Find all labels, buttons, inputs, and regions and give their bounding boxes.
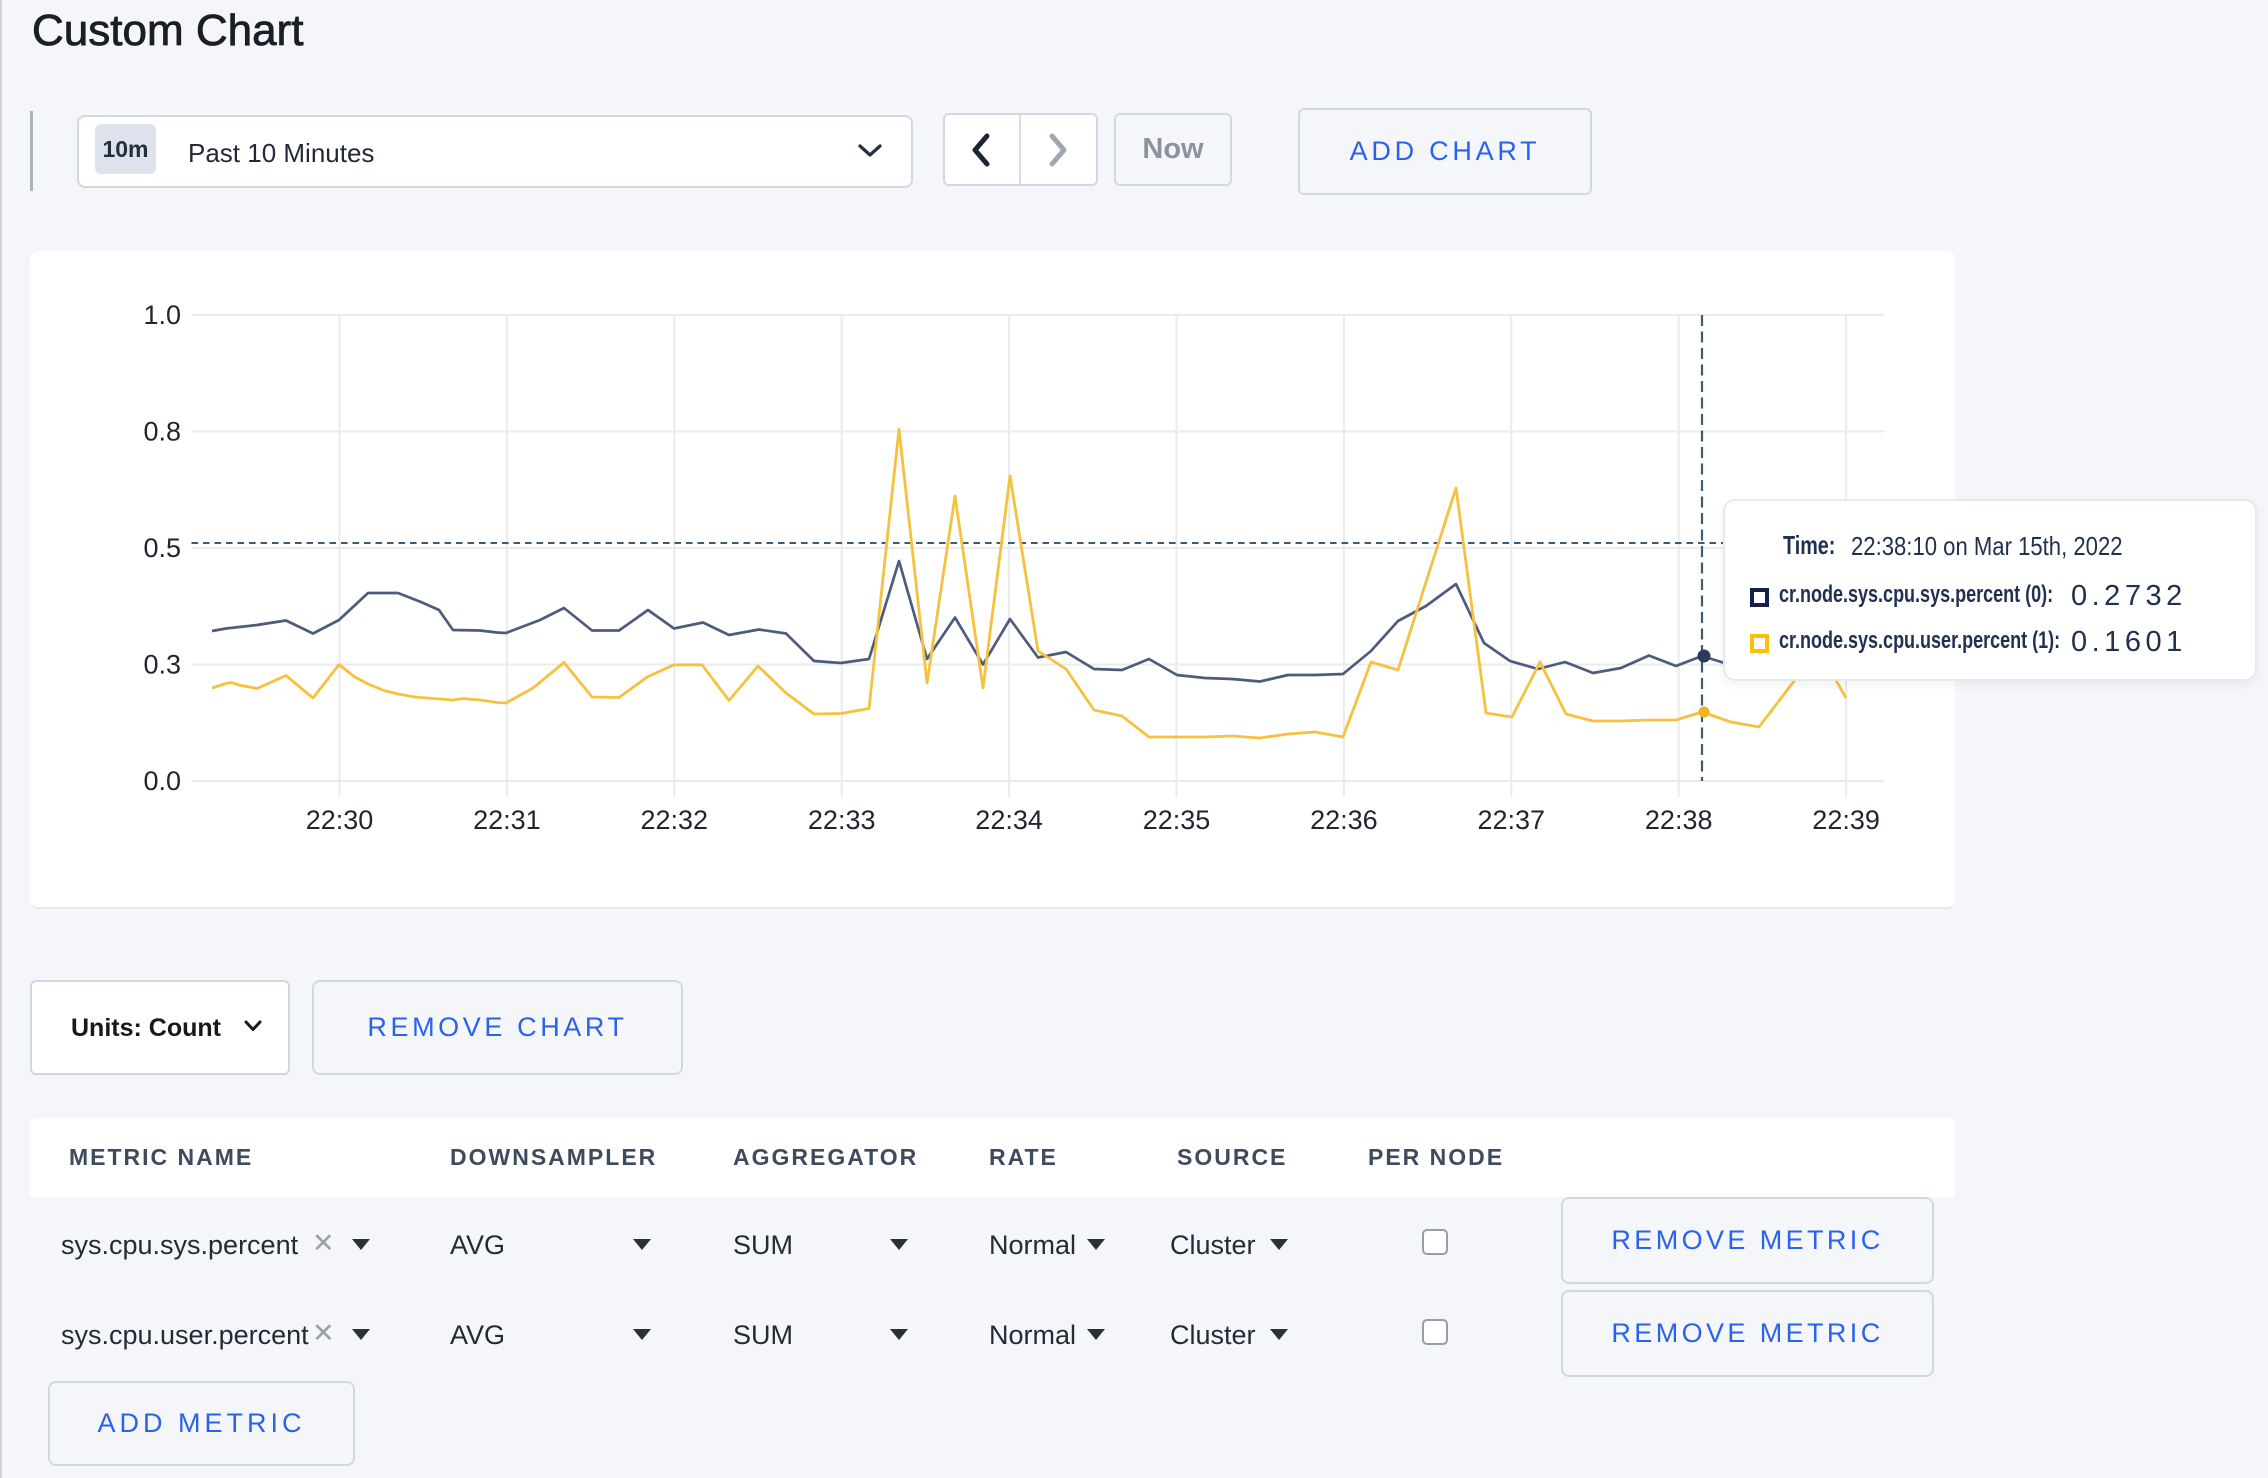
svg-text:1.0: 1.0 <box>143 300 181 330</box>
svg-text:0.3: 0.3 <box>143 650 181 680</box>
svg-text:0.0: 0.0 <box>143 766 181 796</box>
svg-text:22:30: 22:30 <box>306 805 374 835</box>
svg-text:22:39: 22:39 <box>1812 805 1880 835</box>
svg-text:22:33: 22:33 <box>808 805 876 835</box>
svg-text:0.8: 0.8 <box>143 417 181 447</box>
svg-text:22:32: 22:32 <box>641 805 709 835</box>
svg-text:0.5: 0.5 <box>143 533 181 563</box>
svg-text:22:36: 22:36 <box>1310 805 1378 835</box>
svg-text:22:31: 22:31 <box>473 805 541 835</box>
svg-text:22:38: 22:38 <box>1645 805 1713 835</box>
svg-text:22:35: 22:35 <box>1143 805 1211 835</box>
svg-text:22:37: 22:37 <box>1478 805 1546 835</box>
svg-text:22:34: 22:34 <box>975 805 1043 835</box>
